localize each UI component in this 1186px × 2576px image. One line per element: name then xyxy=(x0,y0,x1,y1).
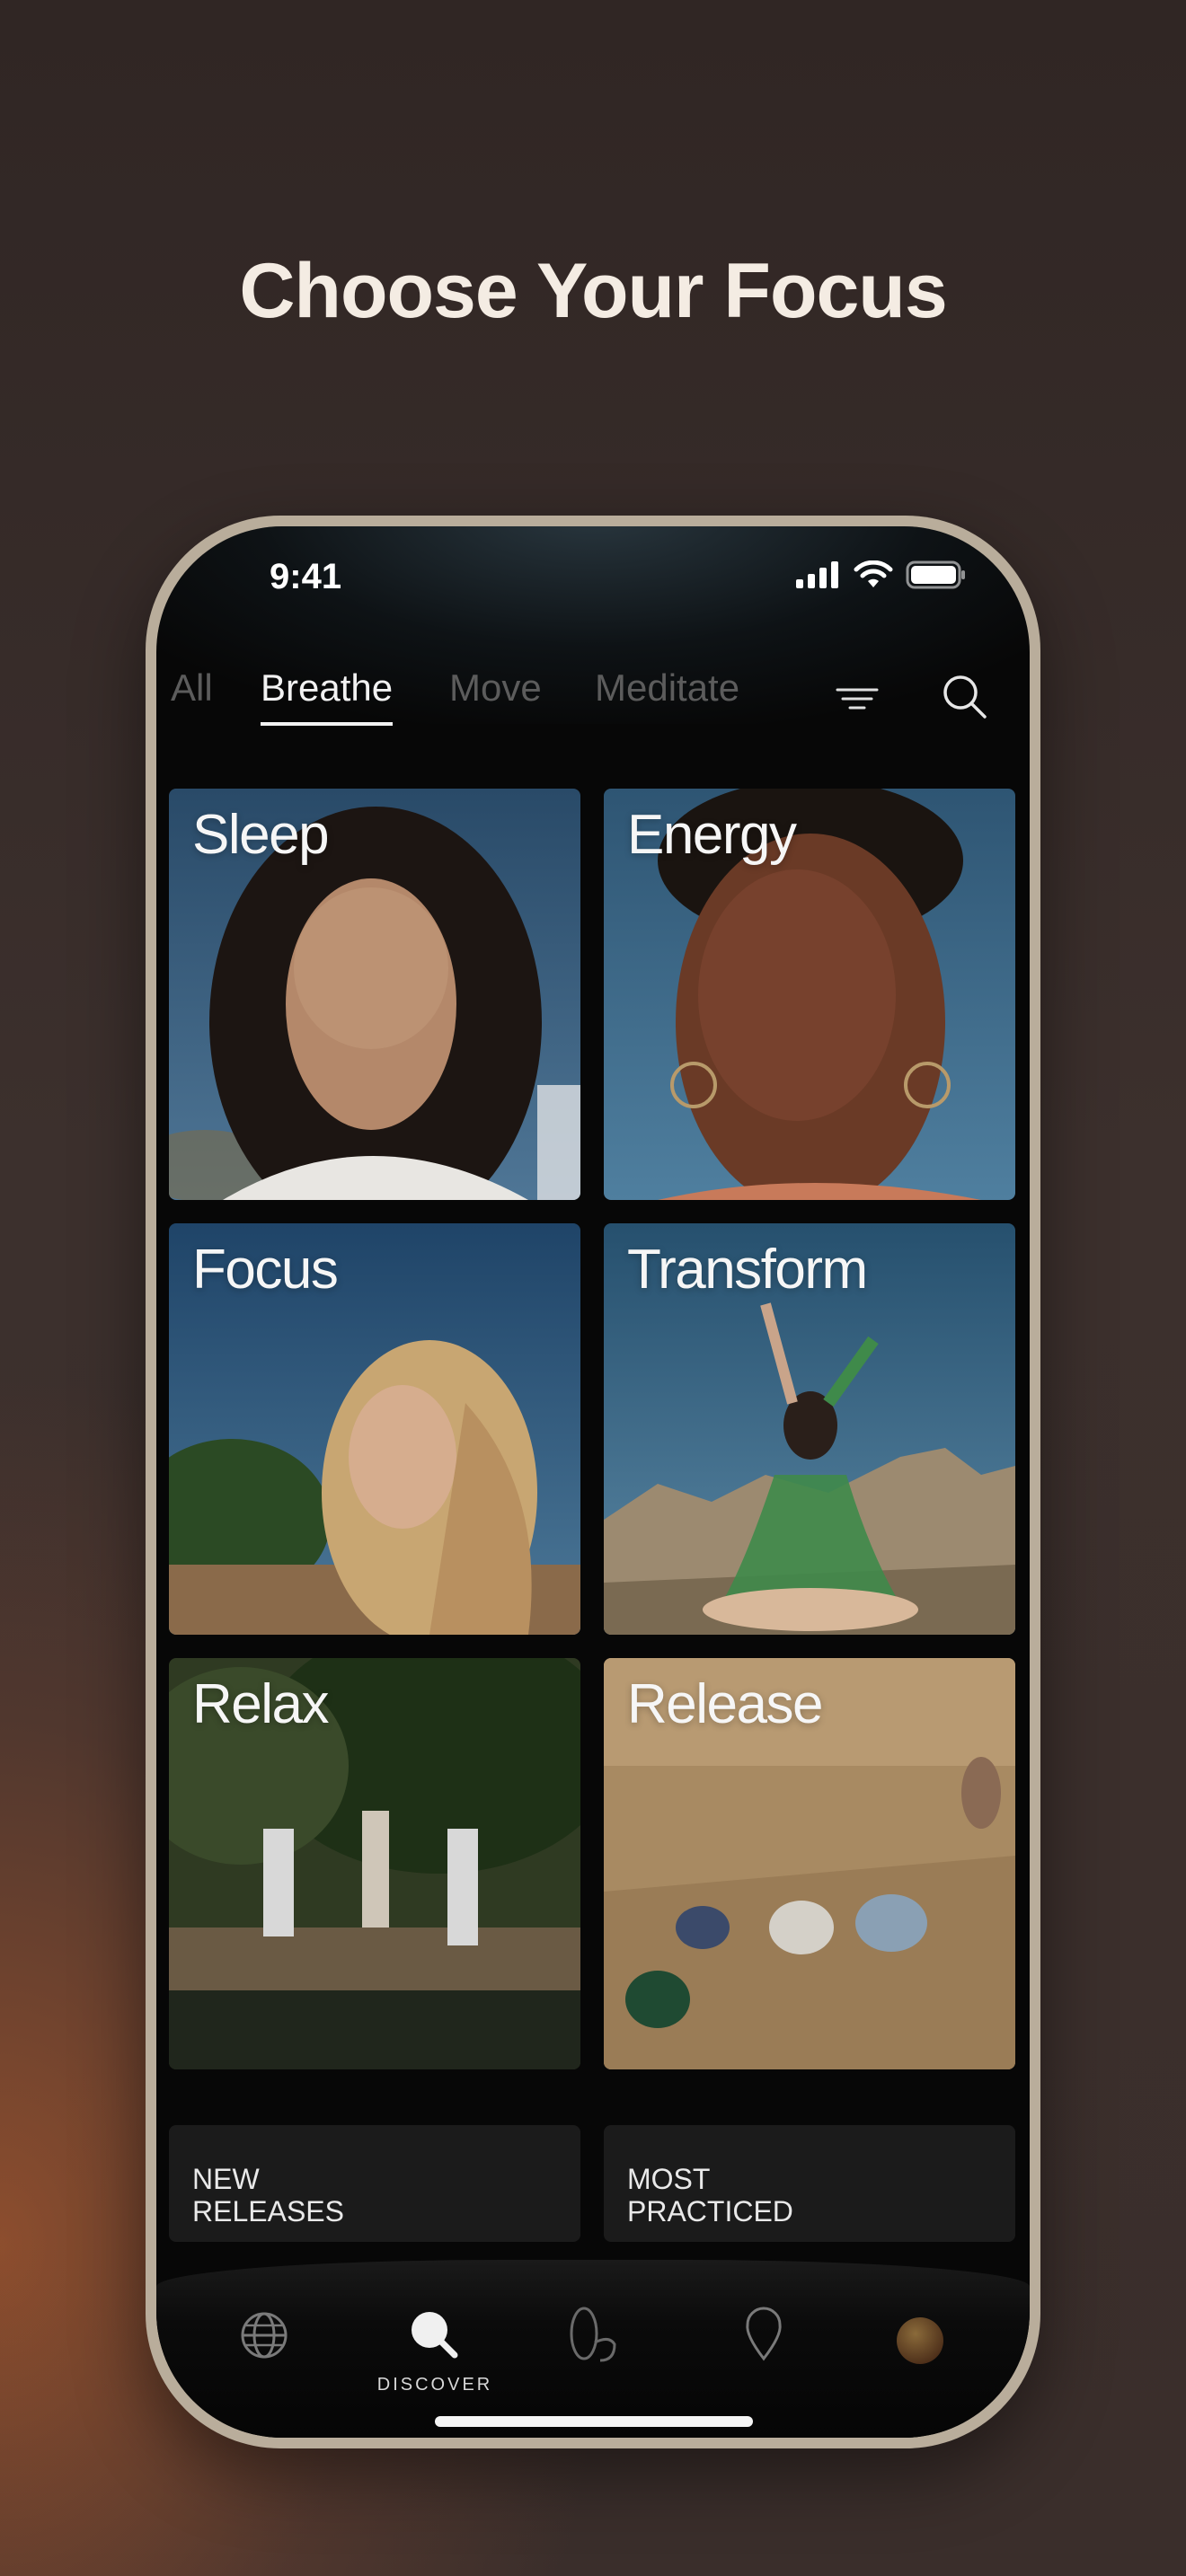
tab-move[interactable]: Move xyxy=(449,666,542,710)
location-pin-icon xyxy=(746,2307,782,2361)
nav-profile[interactable] xyxy=(866,2296,974,2377)
collection-label: MOST PRACTICED xyxy=(627,2163,793,2228)
nav-location[interactable] xyxy=(710,2296,818,2377)
focus-card-release[interactable]: Release xyxy=(604,1658,1015,2069)
search-icon xyxy=(412,2312,458,2359)
tab-label: Breathe xyxy=(261,666,394,709)
tab-label: Move xyxy=(449,666,542,709)
focus-card-relax[interactable]: Relax xyxy=(169,1658,580,2069)
search-icon xyxy=(943,675,987,719)
globe-icon xyxy=(241,2312,288,2359)
focus-card-sleep[interactable]: Sleep xyxy=(169,789,580,1200)
card-label: Focus xyxy=(192,1239,339,1301)
nav-discover[interactable]: DISCOVER xyxy=(336,2296,534,2395)
home-indicator[interactable] xyxy=(435,2416,753,2427)
status-time: 9:41 xyxy=(270,557,342,596)
card-label: Release xyxy=(627,1673,823,1735)
nav-globe[interactable] xyxy=(210,2296,318,2377)
card-label: Sleep xyxy=(192,804,330,866)
card-label: Relax xyxy=(192,1673,330,1735)
active-tab-underline xyxy=(261,722,394,726)
filter-button[interactable] xyxy=(830,679,884,719)
card-label: Transform xyxy=(627,1239,868,1301)
filter-icon xyxy=(836,688,879,710)
tab-label: All xyxy=(171,666,213,709)
tab-all[interactable]: All xyxy=(171,666,213,710)
tab-meditate[interactable]: Meditate xyxy=(595,666,739,710)
app-screen: 9:41 All Breathe Move Meditate Sleep Ene… xyxy=(156,526,1030,2438)
new-releases-card[interactable]: NEW RELEASES xyxy=(169,2125,580,2242)
most-practiced-card[interactable]: MOST PRACTICED xyxy=(604,2125,1015,2242)
nav-label: DISCOVER xyxy=(376,2375,493,2395)
status-icons xyxy=(796,560,967,589)
focus-card-focus[interactable]: Focus xyxy=(169,1223,580,1635)
card-label: Energy xyxy=(627,804,797,866)
wifi-icon xyxy=(854,560,893,587)
battery-icon xyxy=(906,560,965,589)
search-button[interactable] xyxy=(938,670,992,724)
focus-card-energy[interactable]: Energy xyxy=(604,789,1015,1200)
cellular-signal-icon xyxy=(796,561,838,588)
tab-label: Meditate xyxy=(595,666,740,709)
focus-card-transform[interactable]: Transform xyxy=(604,1223,1015,1635)
nav-practice[interactable] xyxy=(539,2296,647,2377)
tab-breathe[interactable]: Breathe xyxy=(261,666,394,726)
practice-icon xyxy=(570,2307,616,2362)
page-headline: Choose Your Focus xyxy=(239,248,947,334)
bottom-tab-bar: DISCOVER xyxy=(156,2260,1030,2438)
collection-label: NEW RELEASES xyxy=(192,2163,344,2228)
profile-avatar-icon xyxy=(897,2317,943,2364)
category-tabs: All Breathe Move Meditate xyxy=(156,666,1030,729)
